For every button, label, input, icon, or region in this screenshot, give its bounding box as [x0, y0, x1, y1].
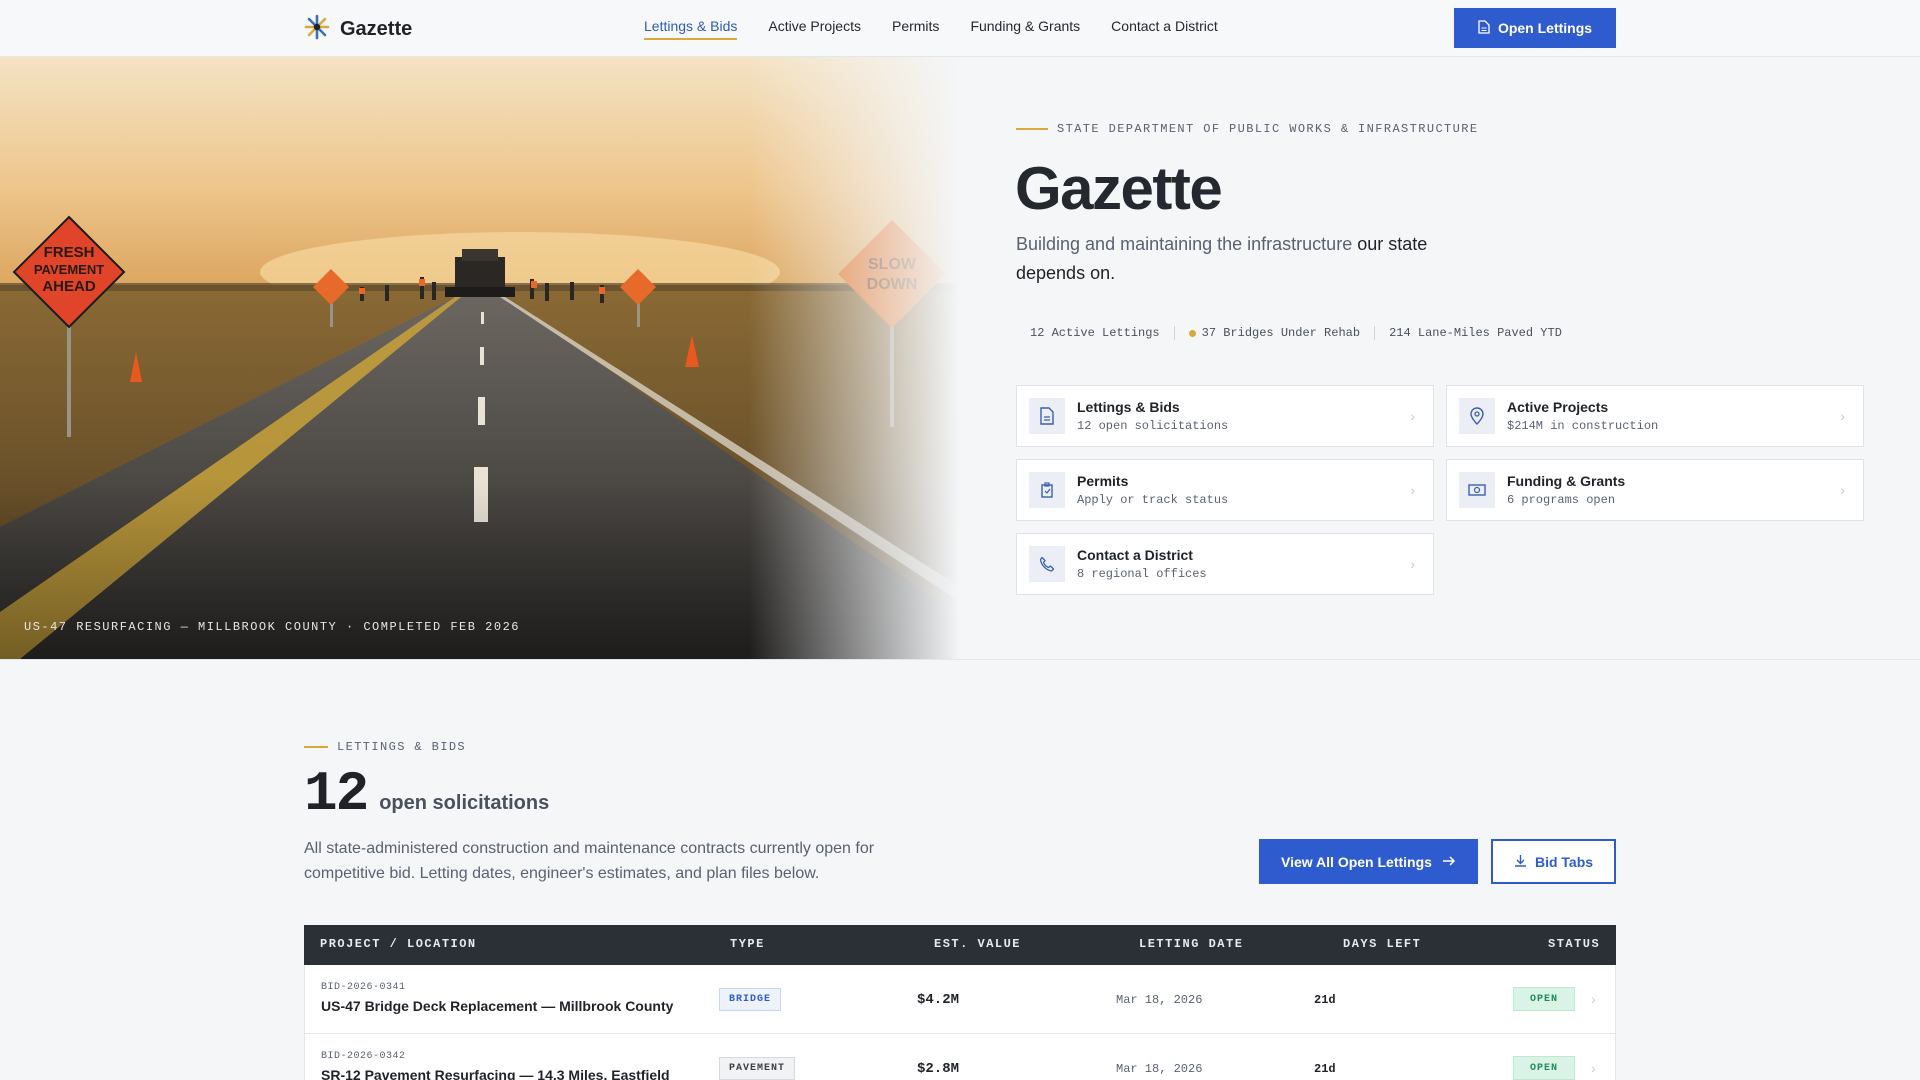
project-name[interactable]: US-47 Bridge Deck Replacement — Millbroo… [321, 998, 673, 1014]
lettings-table: PROJECT / LOCATION TYPE EST. VALUE LETTI… [304, 925, 1616, 1080]
quick-link-subtitle: $214M in construction [1507, 419, 1659, 433]
arrow-right-icon [1442, 854, 1456, 870]
quick-link-permits[interactable]: Permits Apply or track status › [1016, 459, 1434, 521]
chevron-right-icon: › [1840, 408, 1845, 424]
column-header-value[interactable]: EST. VALUE [934, 937, 1021, 951]
stat-active-lettings-text: 12 Active Lettings [1030, 326, 1160, 340]
quick-link-title: Contact a District [1077, 547, 1193, 563]
quick-link-lettings-bids[interactable]: Lettings & Bids 12 open solicitations › [1016, 385, 1434, 447]
chevron-right-icon: › [1591, 1060, 1596, 1076]
nav-contact-district[interactable]: Contact a District [1111, 18, 1218, 40]
nav-active-projects[interactable]: Active Projects [768, 18, 861, 40]
stat-lane-miles-text: 214 Lane-Miles Paved YTD [1389, 326, 1562, 340]
status-badge: OPEN [1513, 1056, 1575, 1080]
main-nav: Lettings & Bids Active Projects Permits … [644, 18, 1218, 40]
bid-id: BID-2026-0341 [321, 982, 406, 993]
stat-bridges: 37 Bridges Under Rehab [1173, 326, 1374, 340]
lettings-eyebrow-text: LETTINGS & BIDS [337, 740, 467, 754]
view-all-lettings-label: View All Open Lettings [1281, 853, 1432, 870]
letting-date: Mar 18, 2026 [1116, 993, 1203, 1007]
hero-stats: 12 Active Lettings 37 Bridges Under Reha… [1016, 322, 1576, 344]
document-icon [1478, 19, 1490, 37]
chevron-right-icon: › [1591, 991, 1596, 1007]
column-header-status[interactable]: STATUS [1548, 937, 1600, 951]
type-badge: BRIDGE [719, 988, 782, 1011]
stat-active-lettings: 12 Active Lettings [1016, 326, 1174, 340]
status-badge: OPEN [1513, 987, 1575, 1011]
column-header-type[interactable]: TYPE [730, 937, 765, 951]
quick-link-title: Funding & Grants [1507, 473, 1626, 489]
quick-link-title: Active Projects [1507, 399, 1609, 415]
open-lettings-label: Open Lettings [1497, 20, 1593, 36]
bid-tabs-button[interactable]: Bid Tabs [1491, 839, 1616, 884]
stat-lane-miles: 214 Lane-Miles Paved YTD [1374, 326, 1576, 340]
days-left: 21d [1314, 993, 1336, 1007]
quick-link-subtitle: 12 open solicitations [1077, 419, 1229, 433]
money-icon [1459, 472, 1495, 508]
days-left: 21d [1314, 1062, 1336, 1076]
hero-image: FRESH PAVEMENT AHEAD SLOW DOWN [0, 57, 960, 659]
brand[interactable]: Gazette [304, 14, 412, 45]
logo-icon [304, 14, 330, 45]
quick-link-subtitle: Apply or track status [1077, 493, 1229, 507]
hero-subtitle-text: Building and maintaining the infrastruct… [1016, 234, 1358, 254]
brand-name: Gazette [340, 18, 413, 40]
hero-eyebrow-text: STATE DEPARTMENT OF PUBLIC WORKS & INFRA… [1057, 122, 1479, 136]
eyebrow-line [1016, 128, 1048, 130]
section-divider [0, 659, 1920, 660]
quick-link-subtitle: 6 programs open [1507, 493, 1616, 507]
download-icon [1514, 854, 1527, 870]
bid-id: BID-2026-0342 [321, 1051, 406, 1062]
table-row[interactable]: BID-2026-0341 US-47 Bridge Deck Replacem… [304, 965, 1616, 1034]
table-row[interactable]: BID-2026-0342 SR-12 Pavement Resurfacing… [304, 1034, 1616, 1080]
document-icon [1029, 398, 1065, 434]
column-header-project[interactable]: PROJECT / LOCATION [320, 937, 477, 951]
lettings-count: 12 [304, 762, 369, 826]
phone-icon [1029, 546, 1065, 582]
lettings-eyebrow: LETTINGS & BIDS [304, 740, 466, 754]
column-header-letting-date[interactable]: LETTING DATE [1139, 937, 1243, 951]
nav-permits[interactable]: Permits [892, 18, 939, 40]
table-header: PROJECT / LOCATION TYPE EST. VALUE LETTI… [304, 925, 1616, 965]
view-all-lettings-button[interactable]: View All Open Lettings [1259, 839, 1478, 884]
hero-title: Gazette [1015, 155, 1223, 222]
chevron-right-icon: › [1410, 482, 1415, 498]
chevron-right-icon: › [1410, 408, 1415, 424]
hero-eyebrow: STATE DEPARTMENT OF PUBLIC WORKS & INFRA… [1016, 122, 1478, 136]
quick-link-title: Permits [1077, 473, 1129, 489]
open-lettings-button[interactable]: Open Lettings [1454, 8, 1616, 48]
map-pin-icon [1459, 398, 1495, 434]
lettings-heading: 12 open solicitations [304, 762, 549, 826]
nav-lettings-bids[interactable]: Lettings & Bids [644, 18, 738, 40]
hero-subtitle: Building and maintaining the infrastruct… [1016, 230, 1456, 288]
column-header-days-left[interactable]: DAYS LEFT [1343, 937, 1421, 951]
project-name[interactable]: SR-12 Pavement Resurfacing — 14.3 Miles,… [321, 1067, 670, 1080]
lettings-description: All state-administered construction and … [304, 840, 875, 882]
clipboard-icon [1029, 472, 1065, 508]
estimated-value: $2.8M [917, 1061, 960, 1077]
chevron-right-icon: › [1840, 482, 1845, 498]
nav-funding-grants[interactable]: Funding & Grants [970, 18, 1080, 40]
lettings-count-label: open solicitations [379, 792, 550, 814]
quick-link-funding-grants[interactable]: Funding & Grants 6 programs open › [1446, 459, 1864, 521]
quick-link-active-projects[interactable]: Active Projects $214M in construction › [1446, 385, 1864, 447]
letting-date: Mar 18, 2026 [1116, 1062, 1203, 1076]
estimated-value: $4.2M [917, 992, 960, 1008]
hero-caption: US-47 RESURFACING — MILLBROOK COUNTY · C… [24, 620, 520, 634]
quick-link-title: Lettings & Bids [1077, 399, 1180, 415]
top-navigation-bar: Gazette Lettings & Bids Active Projects … [0, 0, 1920, 57]
quick-link-subtitle: 8 regional offices [1077, 567, 1207, 581]
chevron-right-icon: › [1410, 556, 1415, 572]
bid-tabs-label: Bid Tabs [1534, 853, 1594, 870]
eyebrow-line [304, 746, 328, 748]
type-badge: PAVEMENT [719, 1057, 796, 1080]
status-dot-icon [1188, 329, 1196, 337]
stat-bridges-text: 37 Bridges Under Rehab [1201, 326, 1361, 340]
quick-link-contact-district[interactable]: Contact a District 8 regional offices › [1016, 533, 1434, 595]
